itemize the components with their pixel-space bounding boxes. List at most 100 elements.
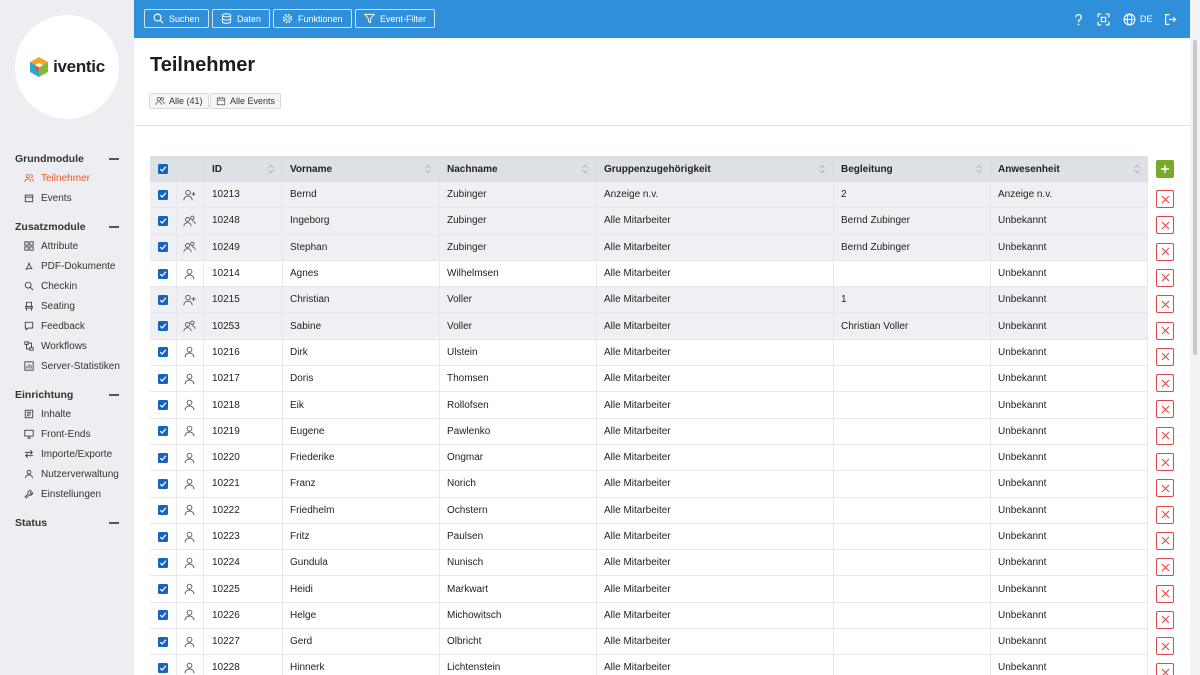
scrollbar-thumb[interactable] <box>1193 40 1197 355</box>
sidebar-section-status[interactable]: Status <box>0 514 134 532</box>
help-button[interactable] <box>1072 11 1085 27</box>
row-checkbox[interactable] <box>158 242 168 253</box>
row-checkbox[interactable] <box>158 452 168 463</box>
table-row[interactable]: 10215 Christian Voller Alle Mitarbeiter 1 Unb… <box>150 287 1148 314</box>
column-header-nachname[interactable]: Nachname <box>440 156 597 182</box>
table-row[interactable]: 10218 Eik Rollofsen Alle Mitarbeiter Unbekan… <box>150 392 1148 419</box>
row-checkbox[interactable] <box>158 610 168 621</box>
table-row[interactable]: 10226 Helge Michowitsch Alle Mitarbeiter Unb… <box>150 602 1148 630</box>
column-header-begleitung[interactable]: Begleitung <box>834 156 991 182</box>
row-checkbox[interactable] <box>158 373 168 384</box>
table-row[interactable]: 10223 Fritz Paulsen Alle Mitarbeiter Unbekan… <box>150 523 1148 551</box>
sidebar-item-attribute[interactable]: Attribute <box>0 236 134 256</box>
collapse-icon[interactable] <box>109 522 119 524</box>
row-checkbox[interactable] <box>158 478 168 489</box>
filter-chip-events[interactable]: Alle Events <box>210 93 282 109</box>
delete-row-button[interactable] <box>1156 637 1174 656</box>
sidebar-item-nutzerverwaltung[interactable]: Nutzerverwaltung <box>0 464 134 484</box>
delete-row-button[interactable] <box>1156 242 1174 261</box>
delete-row-button[interactable] <box>1156 190 1174 208</box>
table-row[interactable]: 10224 Gundula Nunisch Alle Mitarbeiter Unbek… <box>150 550 1148 577</box>
logo[interactable]: iventic <box>15 15 119 119</box>
table-row[interactable]: 10225 Heidi Markwart Alle Mitarbeiter Unbeka… <box>150 576 1148 603</box>
row-checkbox[interactable] <box>158 584 168 595</box>
column-header-gruppe[interactable]: Gruppenzugehörigkeit <box>597 156 834 182</box>
delete-row-button[interactable] <box>1156 295 1174 314</box>
table-row[interactable]: 10253 Sabine Voller Alle Mitarbeiter Christi… <box>150 313 1148 340</box>
delete-row-button[interactable] <box>1156 505 1174 524</box>
row-checkbox[interactable] <box>158 636 168 647</box>
column-header-anwesenheit[interactable]: Anwesenheit <box>991 156 1148 182</box>
delete-row-button[interactable] <box>1156 216 1174 235</box>
delete-row-button[interactable] <box>1156 400 1174 419</box>
row-checkbox[interactable] <box>158 268 168 279</box>
delete-row-button[interactable] <box>1156 268 1174 287</box>
table-row[interactable]: 10249 Stephan Zubinger Alle Mitarbeiter Bern… <box>150 234 1148 261</box>
add-participant-button[interactable] <box>1156 160 1174 178</box>
sidebar-item-workflows[interactable]: Workflows <box>0 336 134 356</box>
data-button[interactable]: Daten <box>212 9 271 28</box>
sidebar-item-einstellungen[interactable]: Einstellungen <box>0 484 134 504</box>
delete-row-button[interactable] <box>1156 321 1174 340</box>
table-row[interactable]: 10220 Friederike Ongmar Alle Mitarbeiter Unb… <box>150 444 1148 472</box>
sidebar-section-einrichtung[interactable]: Einrichtung <box>0 386 134 404</box>
collapse-icon[interactable] <box>109 394 119 396</box>
column-header-id[interactable]: ID <box>204 156 283 182</box>
row-checkbox[interactable] <box>158 531 168 542</box>
sidebar-item-importe-exporte[interactable]: Importe/Exporte <box>0 444 134 464</box>
row-checkbox[interactable] <box>158 215 168 226</box>
event-filter-button[interactable]: Event-Filter <box>355 9 436 28</box>
row-select-cell <box>150 444 177 471</box>
sidebar-item-events[interactable]: Events <box>0 188 134 208</box>
row-checkbox[interactable] <box>158 662 168 673</box>
collapse-icon[interactable] <box>109 158 119 160</box>
sidebar-item-feedback[interactable]: Feedback <box>0 316 134 336</box>
table-row[interactable]: 10213 Bernd Zubinger Anzeige n.v. 2 Anzeige n… <box>150 182 1148 209</box>
logout-button[interactable] <box>1164 11 1177 27</box>
table-row[interactable]: 10216 Dirk Ulstein Alle Mitarbeiter Unbekann… <box>150 339 1148 367</box>
row-checkbox[interactable] <box>158 347 168 358</box>
row-checkbox[interactable] <box>158 426 168 437</box>
sidebar-section-grundmodule[interactable]: Grundmodule <box>0 150 134 168</box>
delete-row-button[interactable] <box>1156 610 1174 629</box>
delete-row-button[interactable] <box>1156 479 1174 498</box>
table-row[interactable]: 10228 Hinnerk Lichtenstein Alle Mitarbeiter… <box>150 655 1148 675</box>
table-row[interactable]: 10217 Doris Thomsen Alle Mitarbeiter Unbekan… <box>150 366 1148 393</box>
row-checkbox[interactable] <box>158 505 168 516</box>
delete-row-button[interactable] <box>1156 347 1174 366</box>
select-all-checkbox[interactable] <box>158 164 168 174</box>
sidebar-item-pdf-dokumente[interactable]: PDF-Dokumente <box>0 256 134 276</box>
sidebar-item-front-ends[interactable]: Front-Ends <box>0 424 134 444</box>
table-row[interactable]: 10221 Franz Norich Alle Mitarbeiter Unbekann… <box>150 471 1148 498</box>
sidebar-item-seating[interactable]: Seating <box>0 296 134 316</box>
functions-button[interactable]: Funktionen <box>273 9 352 28</box>
table-row[interactable]: 10227 Gerd Olbricht Alle Mitarbeiter Unbekan… <box>150 629 1148 656</box>
sidebar-item-teilnehmer[interactable]: Teilnehmer <box>0 168 134 188</box>
table-row[interactable]: 10222 Friedhelm Ochstern Alle Mitarbeiter Un… <box>150 497 1148 524</box>
delete-row-button[interactable] <box>1156 453 1174 471</box>
search-button[interactable]: Suchen <box>144 9 209 28</box>
row-checkbox[interactable] <box>158 321 168 332</box>
table-row[interactable]: 10214 Agnes Wilhelmsen Alle Mitarbeiter Unbe… <box>150 260 1148 288</box>
delete-row-button[interactable] <box>1156 426 1174 445</box>
delete-row-button[interactable] <box>1156 558 1174 577</box>
row-checkbox[interactable] <box>158 400 168 411</box>
sidebar-item-server-statistiken[interactable]: Server-Statistiken <box>0 356 134 376</box>
row-checkbox[interactable] <box>158 294 168 305</box>
collapse-icon[interactable] <box>109 226 119 228</box>
fullscreen-button[interactable] <box>1097 11 1110 27</box>
sidebar-item-checkin[interactable]: Checkin <box>0 276 134 296</box>
table-row[interactable]: 10248 Ingeborg Zubinger Alle Mitarbeiter Ber… <box>150 208 1148 235</box>
delete-row-button[interactable] <box>1156 663 1174 675</box>
delete-row-button[interactable] <box>1156 374 1174 393</box>
sidebar-section-zusatzmodule[interactable]: Zusatzmodule <box>0 218 134 236</box>
row-checkbox[interactable] <box>158 189 168 200</box>
row-checkbox[interactable] <box>158 557 168 568</box>
language-button[interactable]: DE <box>1123 11 1153 27</box>
table-row[interactable]: 10219 Eugene Pawlenko Alle Mitarbeiter Unbek… <box>150 418 1148 445</box>
filter-chip-all[interactable]: Alle (41) <box>149 93 209 109</box>
delete-row-button[interactable] <box>1156 584 1174 603</box>
sidebar-item-inhalte[interactable]: Inhalte <box>0 404 134 424</box>
column-header-vorname[interactable]: Vorname <box>283 156 440 182</box>
delete-row-button[interactable] <box>1156 531 1174 550</box>
